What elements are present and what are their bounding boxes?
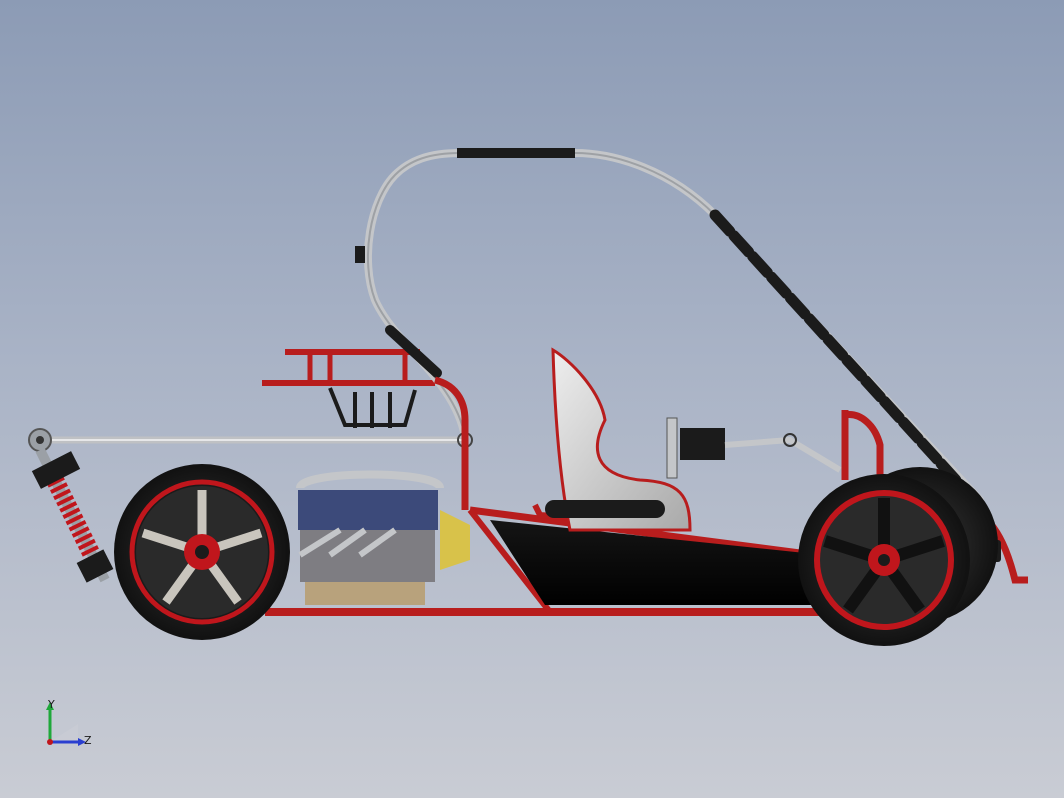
view-orientation-triad[interactable]: Y Z: [38, 696, 108, 762]
rear-shock-absorber: [28, 428, 114, 583]
engine-block: [296, 470, 470, 605]
graphics-viewport[interactable]: Y Z: [0, 0, 1064, 798]
buggy-3d-model[interactable]: [0, 0, 1064, 798]
z-axis-label: Z: [84, 734, 92, 747]
rear-cargo-rack: [262, 349, 435, 428]
front-wheel[interactable]: [798, 474, 970, 646]
steering-column: [666, 417, 842, 479]
y-axis-label: Y: [48, 698, 55, 711]
rear-wheel[interactable]: [114, 464, 290, 640]
